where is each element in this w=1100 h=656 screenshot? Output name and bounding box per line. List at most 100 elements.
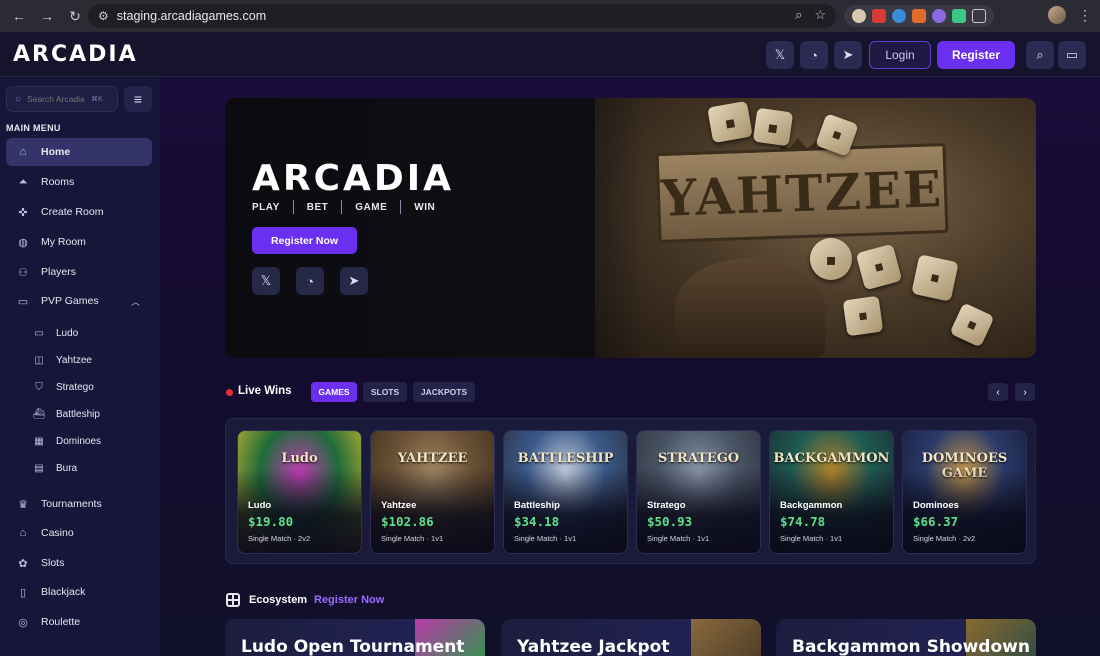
my-room-icon: ◍	[18, 236, 28, 249]
forward-icon[interactable]: →	[36, 5, 58, 27]
ecosystem-register-link[interactable]: Register Now	[314, 594, 384, 606]
sidebar-item-tournaments[interactable]: ♛ Tournaments	[6, 490, 152, 518]
win-amount: $34.18	[514, 514, 560, 529]
sidebar-item-create-room[interactable]: ✜ Create Room	[6, 198, 152, 226]
back-icon[interactable]: ←	[8, 5, 30, 27]
promo-title: Ludo Open Tournament	[241, 637, 465, 656]
chevron-up-icon[interactable]: ︿	[131, 295, 140, 308]
slots-icon: ✿	[18, 557, 28, 570]
game-art-title: YAHTZEE	[397, 451, 468, 466]
login-button[interactable]: Login	[869, 41, 931, 69]
live-win-card[interactable]: YAHTZEE Yahtzee $102.86 Single Match · 1v1	[370, 430, 495, 554]
sidebar-subitem-bura[interactable]: ▤ Bura	[32, 457, 77, 479]
game-name: Battleship	[514, 500, 560, 511]
match-info: Single Match · 1v1	[514, 534, 577, 543]
sidebar-item-label: Players	[41, 266, 77, 278]
sidebar-item-slots[interactable]: ✿ Slots	[6, 549, 152, 577]
reload-icon[interactable]: ↻	[64, 5, 86, 27]
sidebar-search[interactable]: ○ ⌘K	[6, 86, 118, 112]
puzzle-icon[interactable]	[972, 9, 986, 23]
game-art-title: BACKGAMMON	[773, 451, 890, 466]
telegram-icon[interactable]: ➤	[340, 267, 368, 295]
live-win-card[interactable]: STRATEGO Stratego $50.93 Single Match · 1v1	[636, 430, 761, 554]
tab-jackpots[interactable]: JACKPOTS	[413, 382, 475, 402]
sidebar-subitem-battleship[interactable]: ⛴ Battleship	[32, 403, 100, 425]
win-amount: $50.93	[647, 514, 693, 529]
sidebar-subitem-dominoes[interactable]: ▦ Dominoes	[32, 430, 101, 452]
promo-card[interactable]: Backgammon Showdown	[776, 619, 1036, 656]
hero-banner: YAHTZEE ▪ ▪ ▪ ▪ ▪ ▪ ▪ ▪ ARCADIA PLAY BET…	[225, 98, 1036, 358]
telegram-icon[interactable]: ➤	[834, 41, 862, 69]
sidebar-subitem-ludo[interactable]: ▭ Ludo	[32, 322, 78, 344]
zoom-icon[interactable]: ⌕	[795, 7, 802, 23]
chat-icon[interactable]: ▭	[1058, 41, 1086, 69]
gamepad-icon: ▭	[34, 327, 44, 339]
url-text: staging.arcadiagames.com	[116, 9, 267, 23]
carousel-next-button[interactable]: ›	[1015, 383, 1035, 401]
sidebar-item-my-room[interactable]: ◍ My Room	[6, 228, 152, 256]
x-social-icon[interactable]: 𝕏	[766, 41, 794, 69]
players-icon: ⚇	[18, 266, 28, 279]
extension-icon[interactable]	[912, 9, 926, 23]
live-win-card[interactable]: BATTLESHIP Battleship $34.18 Single Match ·…	[503, 430, 628, 554]
extension-icon[interactable]	[932, 9, 946, 23]
sidebar-item-pvp-games[interactable]: ▭ PVP Games ︿	[6, 287, 152, 315]
live-win-card[interactable]: Ludo Ludo $19.80 Single Match · 2v2	[237, 430, 362, 554]
sidebar-item-label: Dominoes	[56, 435, 102, 447]
tab-games[interactable]: GAMES	[311, 382, 357, 402]
game-name: Ludo	[248, 500, 272, 511]
tab-slots[interactable]: SLOTS	[363, 382, 407, 402]
live-win-card[interactable]: DOMINOES GAMEDominoes$66.37Single Match …	[902, 430, 1027, 554]
game-name: Backgammon	[780, 500, 843, 511]
sidebar-item-label: Create Room	[41, 206, 104, 218]
sidebar-item-players[interactable]: ⚇ Players	[6, 258, 152, 286]
discord-icon[interactable]: ◔	[296, 267, 324, 295]
live-indicator-icon	[226, 389, 233, 396]
tagline-word: WIN	[414, 201, 436, 213]
sidebar-item-home[interactable]: ⌂ Home	[6, 138, 152, 166]
plaque-text: YAHTZEE	[659, 158, 945, 228]
live-win-card[interactable]: BACKGAMMON Backgammon $74.78 Single Match ·…	[769, 430, 894, 554]
hamburger-menu-icon[interactable]: ≡	[124, 86, 152, 112]
hero-register-button[interactable]: Register Now	[252, 227, 357, 254]
sidebar-item-label: Yahtzee	[56, 354, 92, 366]
win-amount: $74.78	[780, 514, 826, 529]
extension-icon[interactable]	[852, 9, 866, 23]
address-bar[interactable]: ⚙ staging.arcadiagames.com ⌕ ☆	[88, 4, 836, 28]
die-image: ▪	[842, 295, 884, 337]
divider	[400, 200, 402, 214]
game-art-title: BATTLESHIP	[517, 451, 614, 466]
sidebar-subitem-yahtzee[interactable]: ◫ Yahtzee	[32, 349, 92, 371]
search-input[interactable]	[27, 94, 88, 104]
search-icon[interactable]: ⌕	[1026, 41, 1054, 69]
logo[interactable]: ARCADIA	[13, 42, 138, 67]
roulette-icon: ◎	[18, 616, 28, 629]
browser-menu-icon[interactable]: ⋮	[1078, 7, 1092, 24]
yahtzee-artwork: YAHTZEE ▪ ▪ ▪ ▪ ▪ ▪ ▪ ▪	[595, 98, 1036, 358]
sidebar-item-label: Tournaments	[41, 498, 102, 510]
register-button[interactable]: Register	[937, 41, 1015, 69]
profile-avatar[interactable]	[1048, 6, 1066, 24]
sidebar-subitem-stratego[interactable]: ⛉ Stratego	[32, 376, 94, 398]
cards-icon: ▤	[34, 462, 44, 474]
extension-icon[interactable]	[872, 9, 886, 23]
game-name: Yahtzee	[381, 500, 417, 511]
carousel-prev-button[interactable]: ‹	[988, 383, 1008, 401]
bookmark-star-icon[interactable]: ☆	[814, 7, 826, 23]
extension-icon[interactable]	[892, 9, 906, 23]
sidebar-item-casino[interactable]: ⌂ Casino	[6, 519, 152, 547]
tagline-word: BET	[306, 201, 329, 213]
extension-icon[interactable]	[952, 9, 966, 23]
promo-title: Yahtzee Jackpot	[517, 637, 670, 656]
tagline-word: GAME	[355, 201, 388, 213]
sidebar-item-roulette[interactable]: ◎ Roulette	[6, 608, 152, 636]
sidebar-item-rooms[interactable]: ⏶ Rooms	[6, 168, 152, 196]
sidebar-item-blackjack[interactable]: ▯ Blackjack	[6, 578, 152, 606]
discord-icon[interactable]: ◔	[800, 41, 828, 69]
x-social-icon[interactable]: 𝕏	[252, 267, 280, 295]
site-info-icon[interactable]: ⚙	[98, 9, 109, 23]
divider	[341, 200, 343, 214]
sidebar-item-label: Bura	[56, 462, 78, 474]
promo-card[interactable]: Yahtzee Jackpot	[501, 619, 761, 656]
promo-card[interactable]: Ludo Open Tournament	[225, 619, 485, 656]
